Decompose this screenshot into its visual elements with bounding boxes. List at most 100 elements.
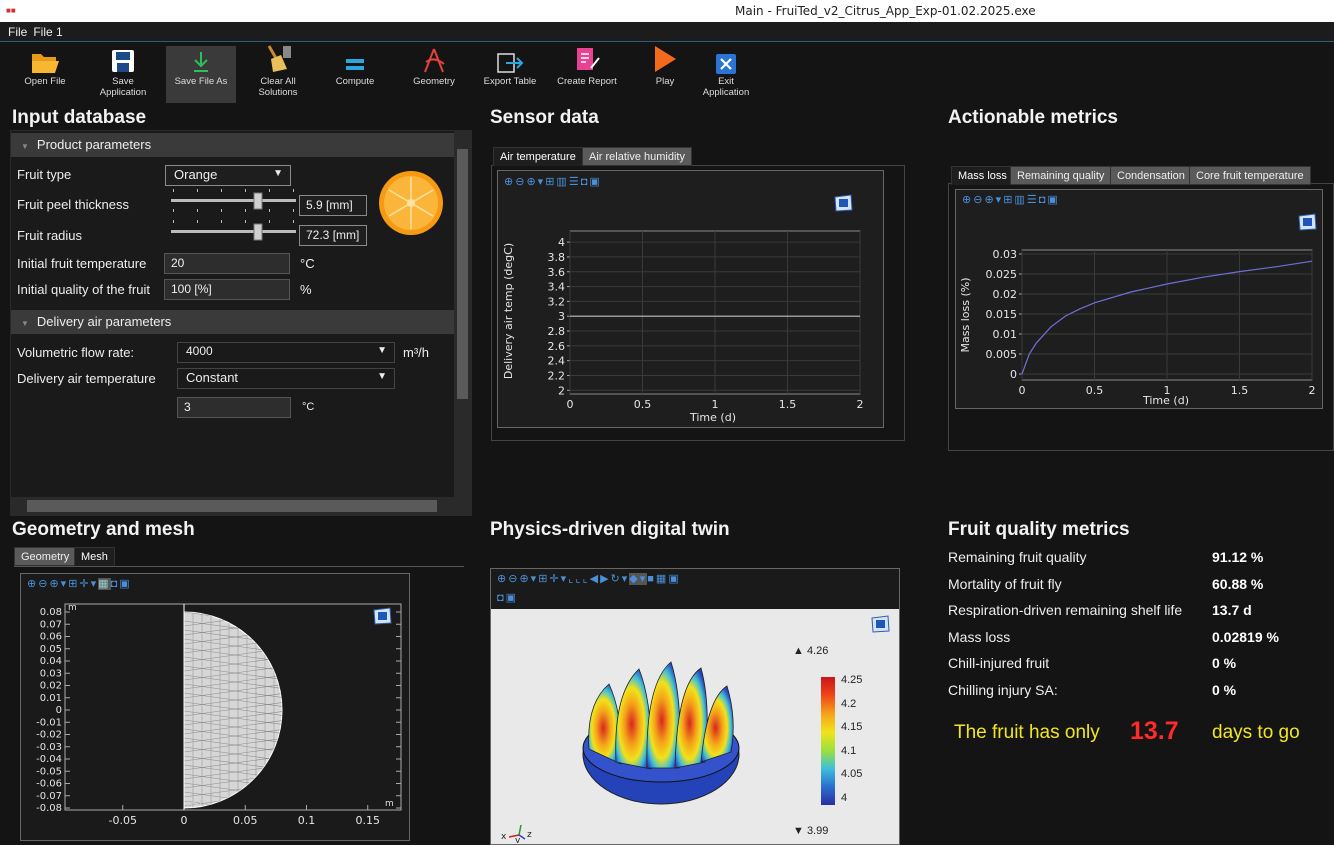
grid-icon[interactable]: ▥ [556, 176, 568, 188]
slider-thumb[interactable] [253, 192, 263, 210]
print-icon[interactable]: ▣ [589, 176, 601, 188]
y-tick-label: 0.005 [986, 348, 1018, 361]
tab-geometry[interactable]: Geometry [14, 547, 77, 566]
open-file-button[interactable]: Open File [14, 46, 76, 103]
zoom-out-icon[interactable]: ⊖ [515, 176, 526, 188]
export-table-label: Export Table [483, 76, 537, 87]
menu-file-1[interactable]: File 1 [33, 25, 62, 39]
slider-thumb[interactable] [253, 223, 263, 241]
y-tick-label: 0 [56, 705, 62, 716]
print-icon[interactable]: ▣ [506, 592, 518, 604]
zoom-box-icon[interactable]: ⊕▾ [519, 573, 538, 585]
air-temperature-mode-select[interactable]: Constant ▼ [177, 368, 395, 389]
days-remaining-prefix: The fruit has only [954, 722, 1100, 743]
zoom-in-icon[interactable]: ⊕ [497, 573, 508, 585]
zoom-in-icon[interactable]: ⊕ [962, 194, 973, 206]
scrollbar-thumb[interactable] [27, 500, 437, 512]
y-tick-label: 0.015 [986, 308, 1018, 321]
scrollbar-thumb[interactable] [457, 149, 468, 399]
table-icon[interactable]: ☰ [1027, 194, 1039, 206]
zoom-box-icon[interactable]: ⊕▾ [984, 194, 1003, 206]
clear-all-solutions-button[interactable]: Clear All Solutions [246, 45, 310, 103]
xy-view-icon[interactable]: ⌞⌞⌞ [568, 573, 589, 585]
fruit-type-select[interactable]: Orange ▼ [165, 165, 291, 186]
x-unit-label: m [385, 799, 394, 809]
axis-orientation-icon[interactable]: ✛▾ [79, 578, 98, 590]
table-icon[interactable]: ☰ [569, 176, 581, 188]
tab-core-fruit-temperature[interactable]: Core fruit temperature [1189, 166, 1311, 185]
digital-twin-view: ⊕⊖⊕▾⊞✛▾⌞⌞⌞◀▶↻▾◆▾■▦▣ ◘▣ ▲ 4.26 4.25 4.2 4… [490, 568, 900, 845]
zoom-box-icon[interactable]: ⊕▾ [49, 578, 68, 590]
zoom-extents-icon[interactable]: ⊞ [1003, 194, 1014, 206]
y-tick-label: 0.03 [993, 248, 1018, 261]
peel-thickness-slider[interactable] [171, 189, 296, 213]
grid-icon[interactable]: ▥ [1014, 194, 1026, 206]
y-tick-label: 0.03 [40, 668, 62, 679]
product-parameters-header[interactable]: ▼ Product parameters [11, 133, 455, 157]
exit-application-button[interactable]: Exit Application [694, 46, 758, 103]
fruit-segments [588, 661, 734, 770]
tab-remaining-quality[interactable]: Remaining quality [1010, 166, 1112, 185]
flow-rate-select[interactable]: 4000 ▼ [177, 342, 395, 363]
actionable-metrics-heading: Actionable metrics [948, 107, 1118, 128]
y-tick-labels: 4 3.8 3.6 3.43.2 3 2.8 2.6 2.42.2 2 [548, 236, 566, 397]
initial-quality-field[interactable]: 100 [%] [164, 279, 290, 300]
tab-condensation[interactable]: Condensation [1110, 166, 1192, 185]
zoom-in-icon[interactable]: ⊕ [27, 578, 38, 590]
axis-orientation-icon[interactable]: ✛▾ [549, 573, 568, 585]
print-icon[interactable]: ▣ [119, 578, 131, 590]
compute-label: Compute [335, 76, 375, 87]
air-temperature-field[interactable]: 3 [177, 397, 291, 418]
save-file-as-label: Save File As [174, 76, 228, 87]
zoom-extents-icon[interactable]: ⊞ [68, 578, 79, 590]
save-application-button[interactable]: Save Application [92, 46, 154, 103]
export-table-button[interactable]: Export Table [480, 46, 540, 103]
fruit-radius-slider[interactable] [171, 220, 296, 244]
geometry-button[interactable]: Geometry [404, 46, 464, 103]
compute-button[interactable]: Compute [325, 46, 385, 103]
y-tick-label: 0.02 [993, 288, 1018, 301]
scene-light-icon[interactable]: ◆▾ [629, 573, 648, 585]
y-tick-label: 3.2 [548, 295, 566, 308]
zoom-extents-icon[interactable]: ⊞ [538, 573, 549, 585]
go-to-view-icon[interactable]: ◀▶ [590, 573, 611, 585]
tab-mesh[interactable]: Mesh [74, 547, 115, 566]
y-tick-label: 0 [1010, 368, 1017, 381]
peel-thickness-field[interactable]: 5.9 [mm] [299, 195, 367, 216]
horizontal-scrollbar[interactable] [11, 497, 471, 515]
delivery-air-parameters-header[interactable]: ▼ Delivery air parameters [11, 310, 455, 334]
render-area: ▲ 4.26 4.25 4.2 4.15 4.1 4.05 4 ▼ 3.99 x y z [491, 609, 899, 844]
zoom-out-icon[interactable]: ⊖ [508, 573, 519, 585]
fruit-radius-field[interactable]: 72.3 [mm] [299, 225, 367, 246]
initial-temperature-field[interactable]: 20 [164, 253, 290, 274]
camera-icon[interactable]: ◘ [497, 592, 506, 604]
play-button[interactable]: Play [640, 46, 690, 103]
vertical-scrollbar[interactable] [454, 131, 471, 497]
zoom-in-icon[interactable]: ⊕ [504, 176, 515, 188]
metric-value-shelf-life: 13.7 d [1212, 602, 1252, 618]
x-tick-label: 0.05 [233, 814, 258, 827]
tab-air-temperature[interactable]: Air temperature [493, 147, 583, 166]
create-report-button[interactable]: Create Report [552, 46, 622, 103]
broom-icon [267, 45, 291, 72]
x-axis-label: Time (d) [1142, 394, 1189, 407]
reset-view-icon[interactable]: ↻▾ [611, 573, 630, 585]
download-arrow-icon [194, 52, 208, 72]
zoom-extents-icon[interactable]: ⊞ [545, 176, 556, 188]
fruit-type-value: Orange [174, 167, 218, 182]
zoom-out-icon[interactable]: ⊖ [38, 578, 49, 590]
window-title-bar: ■■ Main - FruiTed_v2_Citrus_App_Exp-01.0… [0, 0, 1334, 22]
report-icon [577, 48, 600, 70]
zoom-box-icon[interactable]: ⊕▾ [526, 176, 545, 188]
print-icon[interactable]: ▣ [1047, 194, 1059, 206]
mesh-toggle-icon[interactable]: ▦ [98, 578, 111, 590]
zoom-out-icon[interactable]: ⊖ [973, 194, 984, 206]
camera-icon[interactable]: ◘ [111, 578, 120, 590]
menu-file[interactable]: File [8, 25, 27, 39]
tab-mass-loss[interactable]: Mass loss [951, 166, 1014, 185]
close-icon [716, 54, 736, 74]
tab-air-relative-humidity[interactable]: Air relative humidity [582, 147, 692, 166]
transparency-icon[interactable]: ■▦▣ [647, 573, 680, 585]
save-file-as-button[interactable]: Save File As [166, 46, 236, 103]
delivery-air-parameters-title: Delivery air parameters [36, 314, 172, 329]
